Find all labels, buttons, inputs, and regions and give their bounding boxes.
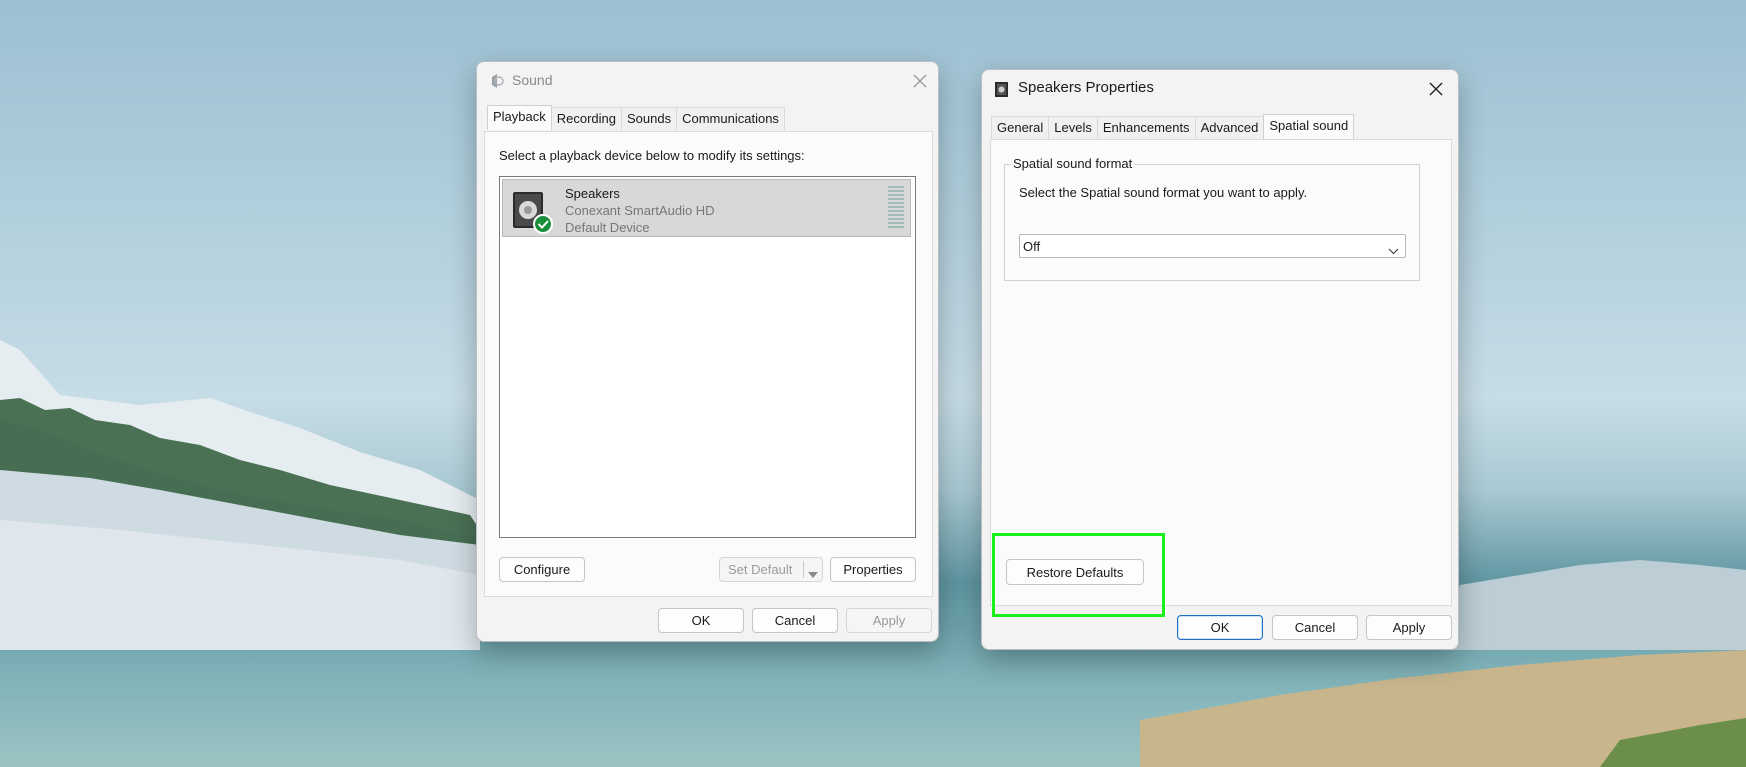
playback-instruction: Select a playback device below to modify…: [499, 148, 805, 163]
set-default-divider: [803, 561, 804, 578]
ok-button[interactable]: OK: [658, 608, 744, 633]
tab-general[interactable]: General: [991, 116, 1050, 139]
spatial-sound-format-dropdown[interactable]: Off: [1019, 234, 1406, 258]
speakers-tabs: General Levels Enhancements Advanced Spa…: [991, 114, 1355, 139]
speaker-device-small-icon: [994, 80, 1010, 98]
tab-communications[interactable]: Communications: [676, 107, 785, 130]
spatial-sound-instruction: Select the Spatial sound format you want…: [1019, 185, 1308, 200]
spatial-sound-format-value: Off: [1023, 239, 1041, 254]
ok-button[interactable]: OK: [1177, 615, 1263, 640]
spatial-sound-format-label: Spatial sound format: [1011, 156, 1135, 171]
highlight-box: [992, 533, 1165, 617]
configure-button[interactable]: Configure: [499, 557, 585, 582]
set-default-label: Set Default: [728, 562, 793, 577]
tab-playback[interactable]: Playback: [487, 105, 552, 130]
device-driver: Conexant SmartAudio HD: [565, 203, 715, 218]
spatial-sound-format-group: Spatial sound format Select the Spatial …: [1004, 156, 1420, 281]
close-icon[interactable]: [907, 68, 933, 94]
tab-levels[interactable]: Levels: [1048, 116, 1098, 139]
device-name: Speakers: [565, 186, 620, 201]
device-list: Speakers Conexant SmartAudio HD Default …: [499, 176, 916, 538]
sound-window-title: Sound: [512, 72, 553, 88]
device-row-speakers[interactable]: Speakers Conexant SmartAudio HD Default …: [502, 179, 911, 237]
cancel-button[interactable]: Cancel: [752, 608, 838, 633]
speakers-window-title: Speakers Properties: [1018, 79, 1154, 96]
playback-panel: Select a playback device below to modify…: [484, 131, 933, 597]
device-status: Default Device: [565, 220, 650, 235]
close-icon[interactable]: [1423, 76, 1449, 102]
tab-enhancements[interactable]: Enhancements: [1096, 116, 1196, 139]
tab-spatial-sound[interactable]: Spatial sound: [1263, 114, 1355, 139]
chevron-down-icon[interactable]: [808, 566, 818, 581]
tab-recording[interactable]: Recording: [550, 107, 623, 130]
volume-level-meter: [888, 186, 904, 232]
sound-tabs: Playback Recording Sounds Communications: [487, 105, 785, 130]
speakers-titlebar[interactable]: Speakers Properties: [982, 70, 1458, 108]
apply-button[interactable]: Apply: [846, 608, 932, 633]
tab-sounds[interactable]: Sounds: [621, 107, 678, 130]
properties-button[interactable]: Properties: [830, 557, 916, 582]
speaker-device-icon: [509, 186, 555, 234]
sound-window: Sound Playback Recording Sounds Communic…: [476, 61, 939, 642]
tab-advanced[interactable]: Advanced: [1194, 116, 1265, 139]
speaker-app-icon: [489, 72, 505, 90]
chevron-down-icon: [1388, 243, 1399, 258]
sound-titlebar[interactable]: Sound: [477, 62, 938, 100]
apply-button[interactable]: Apply: [1366, 615, 1452, 640]
cancel-button[interactable]: Cancel: [1272, 615, 1358, 640]
set-default-button[interactable]: Set Default: [719, 557, 823, 582]
